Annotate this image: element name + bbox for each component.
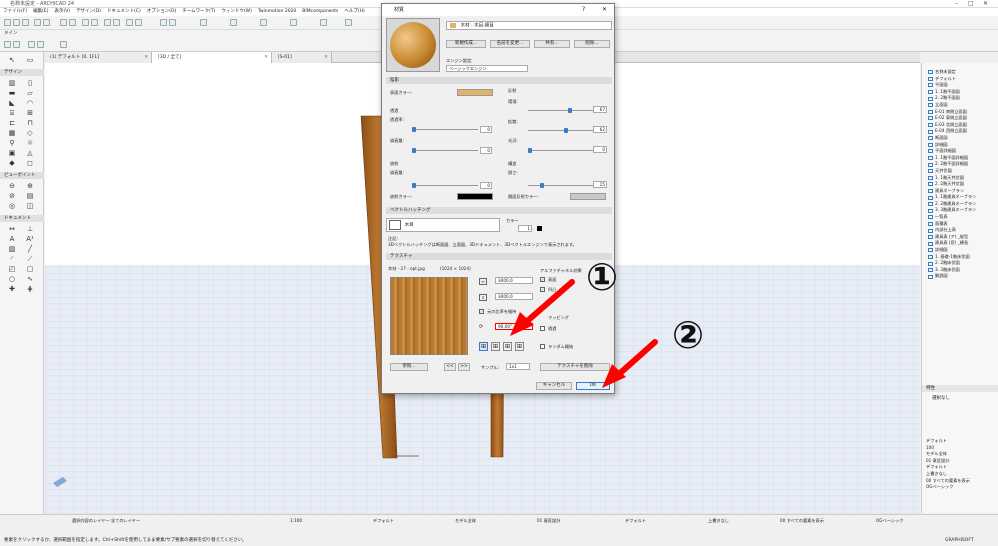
- annotation-step-one: ①: [586, 255, 619, 299]
- annotation-arrows: [510, 279, 658, 388]
- annotation-step-two: ②: [672, 313, 705, 357]
- arrow-two-shaft: [615, 339, 658, 378]
- arrow-one-shaft: [522, 279, 575, 326]
